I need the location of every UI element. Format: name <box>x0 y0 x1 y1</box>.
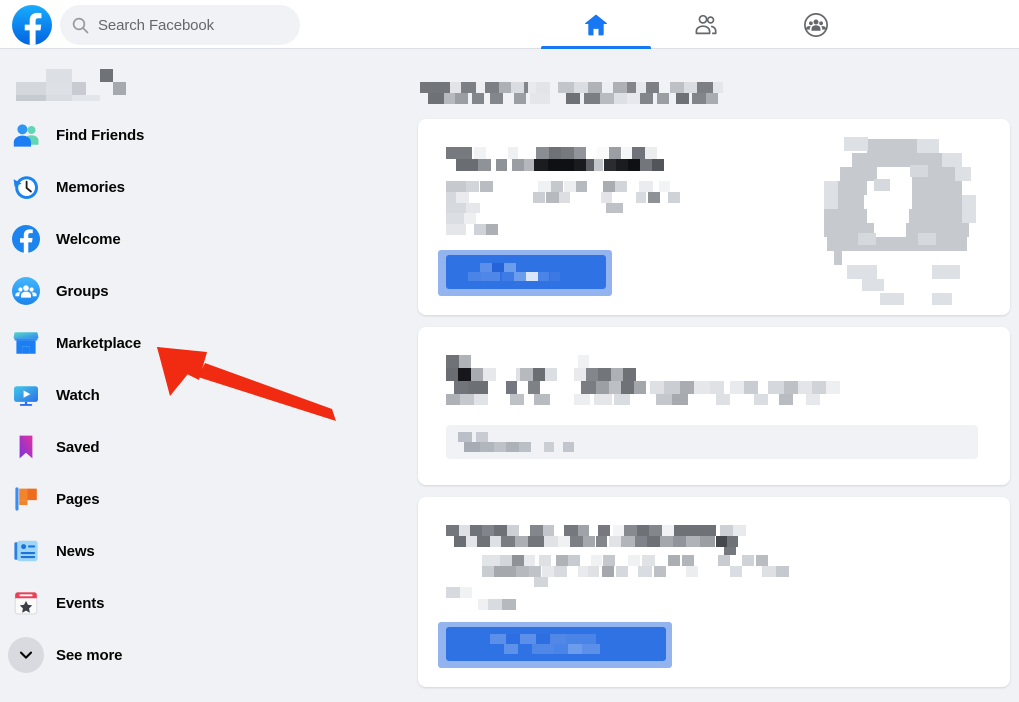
sidebar-item-label: Watch <box>56 386 100 404</box>
news-article-icon <box>8 533 44 569</box>
card-text-lines <box>446 525 982 613</box>
sidebar-item-label: Saved <box>56 438 100 456</box>
sidebar-item-label: News <box>56 542 95 560</box>
sidebar-item-label: Pages <box>56 490 100 508</box>
feed-card[interactable] <box>418 327 1010 485</box>
redacted-text-line <box>446 147 664 171</box>
sidebar-item-events[interactable]: Events <box>0 577 410 629</box>
sidebar-item-label: Welcome <box>56 230 121 248</box>
sidebar-item-label: Find Friends <box>56 126 145 144</box>
sidebar-item-label: Memories <box>56 178 125 196</box>
redacted-button-label <box>490 634 600 654</box>
active-tab-indicator <box>541 46 651 49</box>
sidebar-item-pages[interactable]: Pages <box>0 473 410 525</box>
sidebar-item-groups[interactable]: Groups <box>0 265 410 317</box>
page-title-redacted <box>410 49 1019 119</box>
marketplace-storefront-icon <box>8 325 44 361</box>
sidebar-item-label: See more <box>56 646 123 664</box>
sidebar-item-marketplace[interactable]: Marketplace <box>0 317 410 369</box>
redacted-text-line <box>482 555 789 587</box>
chevron-down-icon <box>8 637 44 673</box>
sidebar-item-news[interactable]: News <box>0 525 410 577</box>
redacted-name-blocks <box>16 69 126 101</box>
main-content-area <box>410 49 1019 702</box>
pages-flag-icon <box>8 481 44 517</box>
sidebar-item-find-friends[interactable]: Find Friends <box>0 109 410 161</box>
left-sidebar: Find Friends Memories Welcome Groups Mar… <box>0 49 410 702</box>
redacted-field-text <box>458 432 574 452</box>
card-action-button-wrap <box>438 622 982 668</box>
events-calendar-icon <box>8 585 44 621</box>
sidebar-item-watch[interactable]: Watch <box>0 369 410 421</box>
find-friends-icon <box>8 117 44 153</box>
sidebar-item-memories[interactable]: Memories <box>0 161 410 213</box>
sidebar-item-see-more[interactable]: See more <box>0 629 410 681</box>
redacted-text-line <box>446 587 516 610</box>
sidebar-item-label: Marketplace <box>56 334 142 352</box>
search-icon <box>72 17 89 34</box>
sidebar-item-label: Events <box>56 594 105 612</box>
friends-icon <box>695 14 717 34</box>
redacted-text-line <box>446 213 498 235</box>
groups-icon <box>804 12 828 37</box>
redacted-heading-blocks <box>420 82 723 104</box>
watch-play-icon <box>8 377 44 413</box>
saved-bookmark-icon <box>8 429 44 465</box>
card-action-button-wrap <box>438 250 982 296</box>
card-input-field[interactable] <box>446 425 978 459</box>
sidebar-item-welcome[interactable]: Welcome <box>0 213 410 265</box>
redacted-text-line <box>446 525 746 555</box>
facebook-circle-icon <box>8 221 44 257</box>
feed-card[interactable] <box>418 119 1010 315</box>
sidebar-profile-name-redacted[interactable] <box>0 57 410 109</box>
primary-nav-tabs <box>541 0 871 49</box>
card-action-button[interactable] <box>438 250 612 296</box>
home-icon <box>585 14 607 35</box>
tab-home[interactable] <box>541 0 651 49</box>
card-content <box>418 327 1010 485</box>
tab-groups[interactable] <box>761 0 871 49</box>
card-content <box>418 497 1010 687</box>
groups-circle-icon <box>8 273 44 309</box>
search-placeholder-text: Search Facebook <box>98 16 215 34</box>
sidebar-item-label: Groups <box>56 282 109 300</box>
sidebar-item-saved[interactable]: Saved <box>0 421 410 473</box>
search-input[interactable]: Search Facebook <box>60 5 300 45</box>
redacted-text-line <box>446 355 840 405</box>
card-text-lines <box>446 355 982 405</box>
redacted-text-line <box>446 181 680 213</box>
memories-clock-icon <box>8 169 44 205</box>
top-header-bar: Search Facebook <box>0 0 1019 49</box>
redacted-button-label <box>468 263 560 281</box>
feed-card[interactable] <box>418 497 1010 687</box>
tab-friends[interactable] <box>651 0 761 49</box>
card-action-button[interactable] <box>438 622 672 668</box>
facebook-logo-icon[interactable] <box>12 5 52 45</box>
